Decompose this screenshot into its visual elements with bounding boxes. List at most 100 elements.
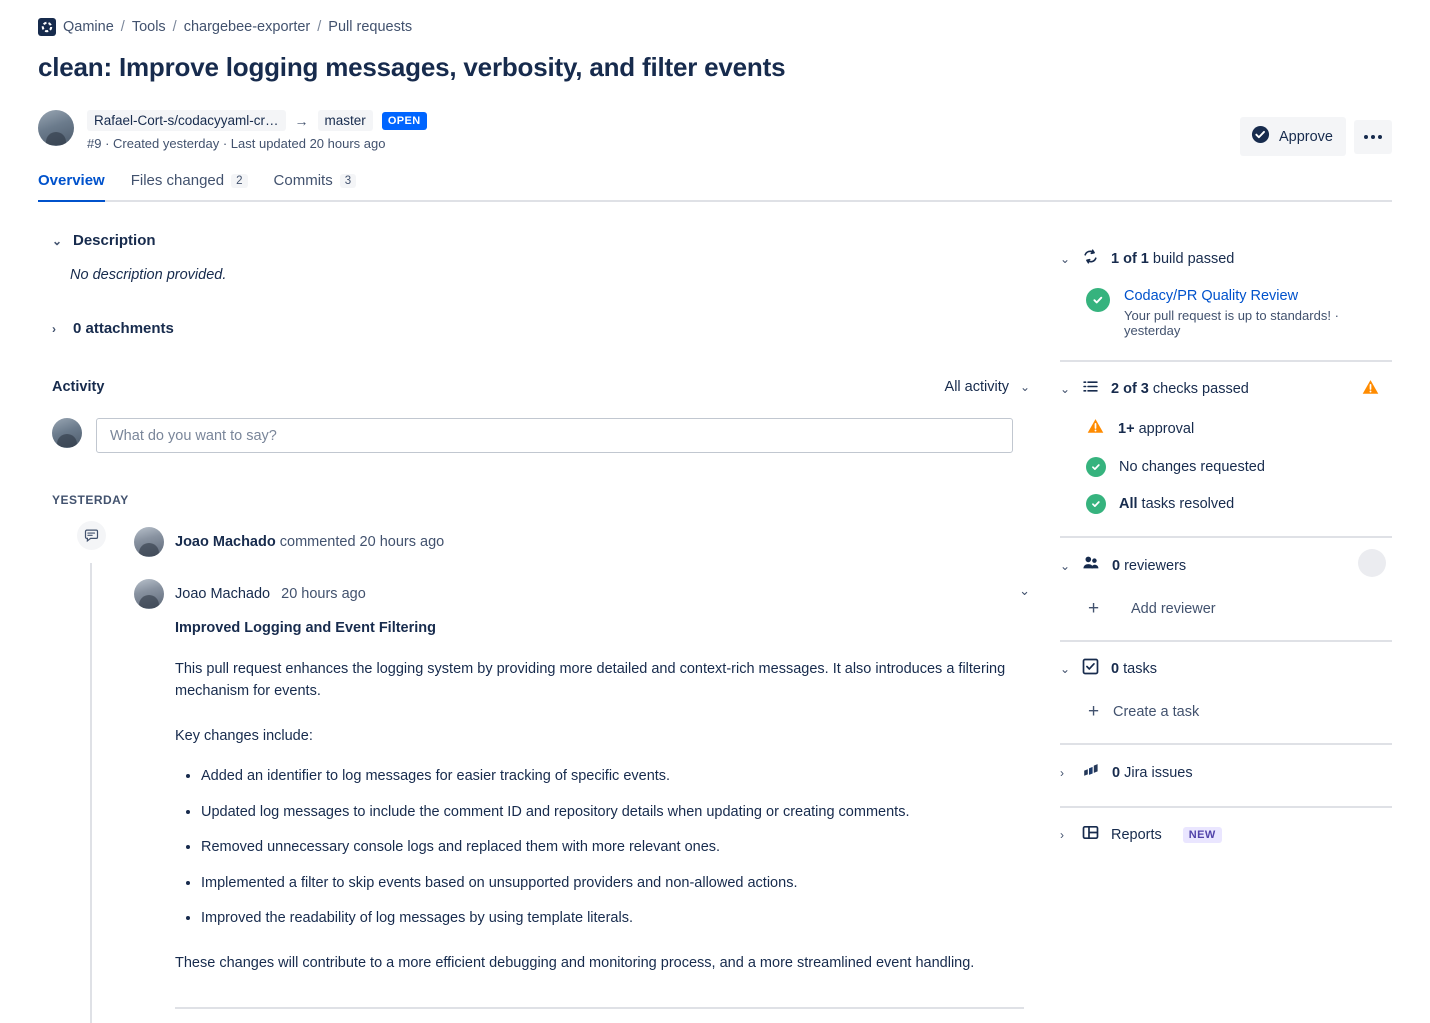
- list-item: Improved the readability of log messages…: [201, 907, 1030, 929]
- sidebar-section-checks: ⌄ 2 of 3 checks passed 1+ approval No ch…: [1060, 360, 1392, 536]
- build-detail-separator: ·: [1334, 308, 1339, 323]
- list-item: Removed unnecessary console logs and rep…: [201, 836, 1030, 858]
- attachments-section-header[interactable]: › 0 attachments: [52, 320, 1042, 337]
- chevron-down-icon: ⌄: [1060, 382, 1071, 396]
- activity-event-verb: commented: [279, 534, 356, 550]
- breadcrumb-separator: /: [120, 19, 125, 35]
- reports-section-header[interactable]: › Reports NEW: [1060, 824, 1392, 846]
- check-approval-count: 1+: [1118, 420, 1135, 437]
- approve-button[interactable]: Approve: [1239, 117, 1346, 156]
- create-task-label: Create a task: [1113, 703, 1200, 720]
- build-detail: Your pull request is up to standards!: [1124, 308, 1331, 323]
- checks-label: checks passed: [1148, 381, 1249, 397]
- source-branch-chip[interactable]: Rafael-Cort-s/codacyyaml-cr…: [87, 110, 286, 131]
- sidebar-section-tasks: ⌄ 0 tasks + Create a task: [1060, 640, 1392, 743]
- description-section-header[interactable]: ⌄ Description: [52, 232, 1042, 249]
- qamine-logo-icon: [38, 18, 56, 36]
- builds-section-header[interactable]: ⌄ 1 of 1 build passed: [1060, 248, 1392, 270]
- builds-count: 1 of 1: [1111, 251, 1149, 267]
- comment-subject: Improved Logging and Event Filtering: [175, 620, 437, 636]
- breadcrumb-item-workspace[interactable]: Qamine: [63, 19, 114, 35]
- reviewers-count: 0: [1112, 557, 1121, 574]
- tab-overview[interactable]: Overview: [38, 172, 105, 202]
- comment-body: Improved Logging and Event Filtering Thi…: [175, 620, 1030, 1023]
- checklist-icon: [1082, 378, 1099, 400]
- attachments-heading: 0 attachments: [73, 320, 174, 337]
- check-circle-icon: [1251, 125, 1270, 148]
- pr-tabs: Overview Files changed 2 Commits 3: [38, 172, 1392, 202]
- build-name-link[interactable]: Codacy/PR Quality Review: [1124, 288, 1392, 304]
- avatar-event-author: [134, 527, 164, 557]
- sidebar-section-reports: › Reports NEW: [1060, 806, 1392, 868]
- comment-input[interactable]: [96, 418, 1013, 453]
- comment-header: Joao Machado 20 hours ago: [134, 579, 1030, 609]
- create-task-button[interactable]: + Create a task: [1088, 702, 1392, 721]
- activity-event: Joao Machado commented 20 hours ago: [52, 521, 1042, 557]
- approve-button-label: Approve: [1278, 128, 1333, 145]
- plus-icon: +: [1088, 701, 1100, 722]
- jira-icon: [1082, 761, 1100, 784]
- jira-title: 0 Jira issues: [1112, 765, 1193, 781]
- pr-sidebar: ⌄ 1 of 1 build passed Codacy/PR Quality …: [1060, 232, 1392, 868]
- check-circle-green-icon: [1086, 457, 1106, 477]
- reviewers-title: 0 reviewers: [1112, 558, 1186, 574]
- header-actions: Approve: [1239, 117, 1392, 156]
- chevron-down-icon: ⌄: [1020, 380, 1031, 394]
- arrow-right-icon: →: [294, 112, 309, 129]
- comment-card: ⌄ Joao Machado 20 hours ago Improved Log…: [134, 579, 1030, 1023]
- sidebar-section-builds: ⌄ 1 of 1 build passed Codacy/PR Quality …: [1060, 232, 1392, 360]
- check-tasks-bold: All: [1119, 496, 1138, 512]
- tasks-section-header[interactable]: ⌄ 0 tasks: [1060, 658, 1392, 680]
- comment-time: 20 hours ago: [281, 586, 366, 602]
- tab-commits[interactable]: Commits 3: [274, 172, 357, 200]
- check-row-no-changes-requested: No changes requested: [1086, 457, 1392, 477]
- breadcrumb-item-project[interactable]: Tools: [132, 19, 166, 35]
- add-reviewer-button[interactable]: + Add reviewer: [1088, 599, 1392, 618]
- branch-line: Rafael-Cort-s/codacyyaml-cr… → master OP…: [87, 110, 427, 131]
- target-branch-chip[interactable]: master: [317, 110, 373, 131]
- chevron-down-icon: ⌄: [1060, 662, 1071, 676]
- chevron-right-icon: ›: [52, 321, 56, 336]
- sidebar-section-reviewers: ⌄ 0 reviewers + Add reviewer: [1060, 536, 1392, 640]
- new-comment-row: [52, 418, 1042, 453]
- chevron-right-icon: ›: [1060, 828, 1064, 842]
- check-row-tasks-resolved: All tasks resolved: [1086, 494, 1392, 514]
- plus-icon: +: [1088, 598, 1100, 619]
- tab-files-changed-count: 2: [231, 173, 248, 188]
- tab-commits-count: 3: [339, 173, 357, 188]
- more-ellipsis-icon: [1364, 134, 1368, 139]
- breadcrumb-item-pull-requests[interactable]: Pull requests: [328, 19, 412, 35]
- tasks-label: tasks: [1119, 661, 1157, 677]
- jira-section-header[interactable]: › 0 Jira issues: [1060, 761, 1392, 784]
- tab-files-changed[interactable]: Files changed 2: [131, 172, 248, 200]
- build-item: Codacy/PR Quality Review Your pull reque…: [1086, 288, 1392, 338]
- tasks-title: 0 tasks: [1111, 661, 1157, 677]
- activity-header: Activity All activity ⌄: [52, 379, 1030, 395]
- activity-stream: Joao Machado commented 20 hours ago ⌄ Jo…: [52, 521, 1042, 1023]
- reviewers-section-header[interactable]: ⌄ 0 reviewers: [1060, 549, 1392, 577]
- page-title: clean: Improve logging messages, verbosi…: [38, 52, 786, 82]
- checks-section-header[interactable]: ⌄ 2 of 3 checks passed: [1060, 378, 1392, 400]
- check-approval-label: approval: [1134, 420, 1195, 437]
- tab-commits-label: Commits: [273, 172, 333, 189]
- check-circle-green-icon: [1086, 288, 1110, 312]
- list-item: Added an identifier to log messages for …: [201, 765, 1030, 787]
- activity-filter-dropdown[interactable]: All activity ⌄: [945, 379, 1031, 395]
- status-badge: OPEN: [381, 111, 427, 130]
- builds-title: 1 of 1 build passed: [1111, 251, 1234, 267]
- build-time: yesterday: [1124, 323, 1181, 338]
- avatar-comment-author: [134, 579, 164, 609]
- activity-event-row: Joao Machado commented 20 hours ago: [134, 527, 444, 557]
- check-circle-green-icon: [1086, 494, 1106, 514]
- chevron-down-icon: ⌄: [52, 233, 63, 248]
- activity-event-author: Joao Machado: [175, 534, 276, 550]
- tab-overview-label: Overview: [38, 172, 105, 189]
- chevron-down-icon: ⌄: [1060, 558, 1071, 573]
- comment-author[interactable]: Joao Machado: [175, 586, 270, 602]
- comment-divider: [175, 1007, 1024, 1010]
- chevron-down-icon: ⌄: [1060, 252, 1071, 266]
- comment-collapse-chevron-icon[interactable]: ⌄: [1019, 583, 1030, 599]
- breadcrumb-item-repo[interactable]: chargebee-exporter: [184, 19, 311, 35]
- reports-label: Reports: [1111, 827, 1162, 843]
- more-options-button[interactable]: [1354, 119, 1392, 154]
